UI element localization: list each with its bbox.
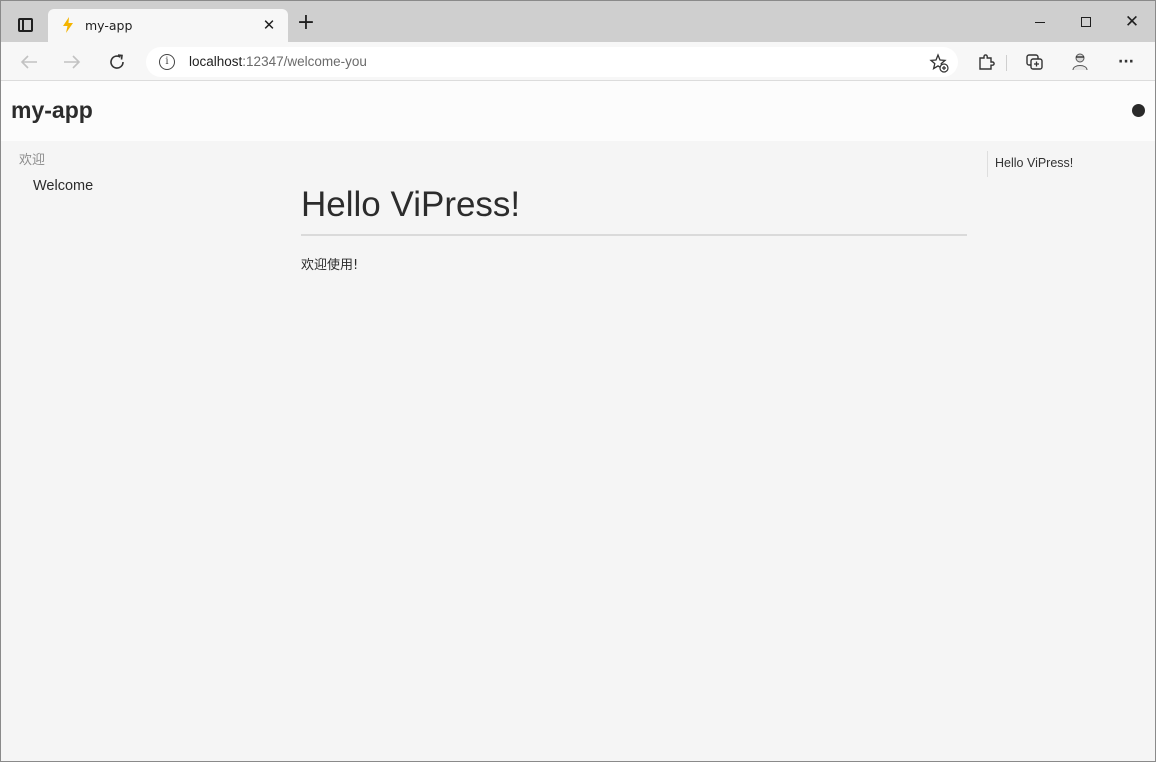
collections-icon xyxy=(1026,54,1043,70)
page-title: Hello ViPress! xyxy=(301,185,521,224)
page-body: 欢迎 Welcome Hello ViPress! 欢迎使用! Hello Vi… xyxy=(1,141,1155,761)
title-divider xyxy=(301,234,967,236)
new-tab-button[interactable]: + xyxy=(295,12,317,35)
browser-toolbar: i localhost:12347/welcome-you ··· xyxy=(1,42,1155,81)
app-header: my-app xyxy=(1,81,1155,141)
table-of-contents: Hello ViPress! xyxy=(987,151,1137,177)
ellipsis-icon: ··· xyxy=(1118,54,1134,70)
maximize-button[interactable] xyxy=(1063,9,1109,35)
site-info-icon[interactable]: i xyxy=(159,54,175,70)
lightning-bolt-icon xyxy=(63,17,73,33)
star-plus-icon[interactable] xyxy=(929,53,949,73)
minimize-button[interactable] xyxy=(1017,9,1063,35)
reload-button[interactable] xyxy=(103,48,131,76)
browser-window: my-app ✕ + ✕ i localhost:12347/welcome-y… xyxy=(0,0,1156,762)
forward-button[interactable] xyxy=(58,48,86,76)
extensions-button[interactable] xyxy=(973,49,999,75)
sidebar-group-title: 欢迎 xyxy=(19,153,46,168)
window-close-button[interactable]: ✕ xyxy=(1109,9,1155,35)
address-bar[interactable]: i localhost:12347/welcome-you xyxy=(146,47,958,77)
tab-strip: my-app ✕ + ✕ xyxy=(1,1,1155,42)
puzzle-icon xyxy=(979,54,995,70)
reload-icon xyxy=(110,54,124,69)
toc-item-hello[interactable]: Hello ViPress! xyxy=(995,156,1073,170)
tab-title: my-app xyxy=(85,18,133,33)
close-window-icon: ✕ xyxy=(1124,11,1140,32)
tab-actions-icon[interactable] xyxy=(11,12,39,38)
theme-toggle-icon[interactable] xyxy=(1132,104,1145,117)
url-path: :12347/welcome-you xyxy=(242,54,367,69)
collections-button[interactable] xyxy=(1022,49,1048,75)
sidebar-item-welcome[interactable]: Welcome xyxy=(33,178,93,194)
arrow-right-icon xyxy=(64,55,81,69)
arrow-left-icon xyxy=(20,55,37,69)
profile-button[interactable] xyxy=(1067,49,1093,75)
close-tab-icon[interactable]: ✕ xyxy=(260,16,278,34)
url-text[interactable]: localhost:12347/welcome-you xyxy=(189,54,367,69)
welcome-paragraph: 欢迎使用! xyxy=(301,258,359,273)
toolbar-divider xyxy=(1006,55,1007,71)
url-host: localhost xyxy=(189,54,243,69)
more-button[interactable]: ··· xyxy=(1113,49,1139,75)
back-button[interactable] xyxy=(15,48,43,76)
avatar xyxy=(1072,53,1088,71)
site-title[interactable]: my-app xyxy=(11,97,93,124)
browser-tab[interactable]: my-app ✕ xyxy=(48,9,288,42)
